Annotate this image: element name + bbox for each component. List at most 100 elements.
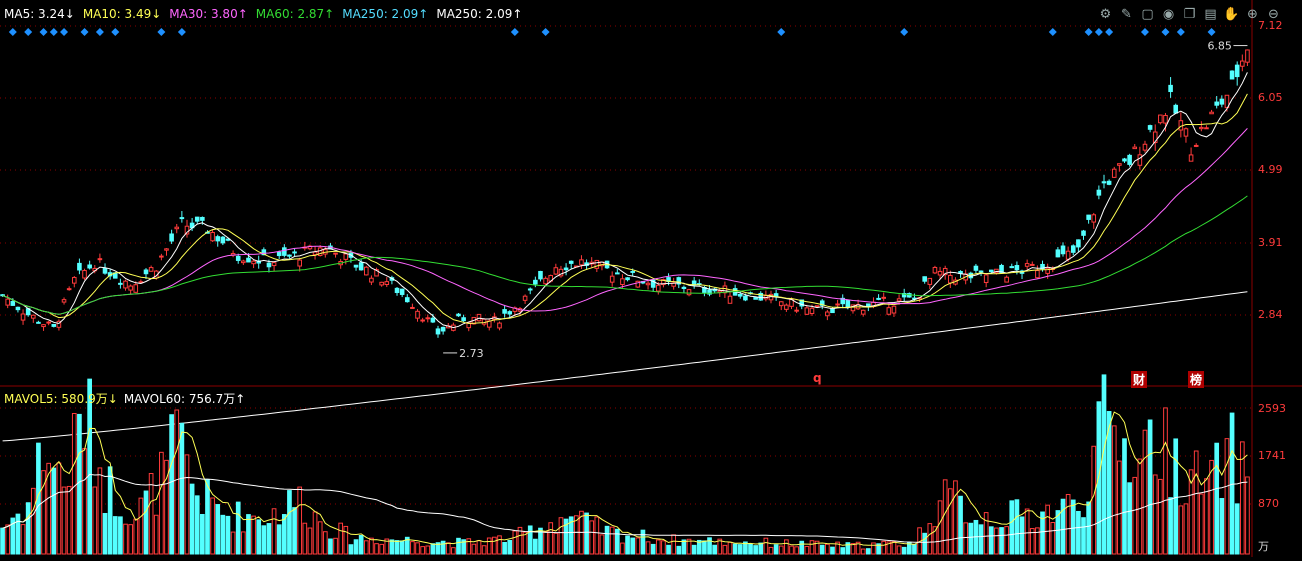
candle-body xyxy=(1132,146,1138,150)
volume-bar xyxy=(804,545,810,555)
candle-body xyxy=(522,295,528,301)
candle-body xyxy=(1240,60,1245,67)
volume-bar xyxy=(133,518,139,555)
ma5-line xyxy=(2,72,1248,329)
volume-bar xyxy=(394,540,400,555)
ma60-legend: MA60: 2.87↑ xyxy=(255,7,335,21)
volume-bar xyxy=(92,486,98,555)
candle-body xyxy=(609,275,615,283)
volume-bar xyxy=(655,539,661,555)
volume-bar xyxy=(363,540,369,555)
candle-body xyxy=(1096,189,1102,196)
eye-icon[interactable]: ◉ xyxy=(1159,6,1178,24)
ma30-line xyxy=(2,128,1248,315)
volume-bar xyxy=(635,537,641,555)
archive-icon[interactable]: ▤ xyxy=(1201,6,1220,24)
chart-canvas[interactable]: 6.85 2.73 xyxy=(0,0,1302,557)
volume-bar xyxy=(112,516,118,555)
mavol60-legend: MAVOL60: 756.7万↑ xyxy=(123,392,246,406)
candle-body xyxy=(1060,245,1066,255)
volume-bar xyxy=(983,512,989,555)
candle-body xyxy=(835,303,840,306)
event-diamond xyxy=(95,28,104,36)
volume-bar xyxy=(66,485,72,555)
volume-tick-1: 2593 xyxy=(1258,402,1286,415)
candle-body xyxy=(287,254,292,257)
event-diamond xyxy=(1094,28,1103,36)
volume-bar xyxy=(1137,458,1143,555)
volume-bar xyxy=(927,523,933,555)
volume-bar xyxy=(712,544,717,555)
candle-body xyxy=(538,270,543,280)
candle-body xyxy=(82,270,87,279)
box-icon[interactable]: ▢ xyxy=(1138,6,1157,24)
candle-body xyxy=(579,259,584,266)
volume-bar xyxy=(399,540,405,555)
candle-body xyxy=(36,321,41,324)
candle-body xyxy=(1091,214,1097,223)
candle-body xyxy=(292,251,297,254)
candle-body xyxy=(461,317,466,322)
volume-bar xyxy=(1127,482,1132,555)
candle-body xyxy=(1214,101,1219,106)
candle-body xyxy=(620,278,625,285)
volume-tick-2: 1741 xyxy=(1258,449,1286,462)
event-diamond xyxy=(80,28,89,36)
volume-bar xyxy=(246,514,251,555)
volume-bar xyxy=(968,522,974,555)
volume-bar xyxy=(1224,438,1230,555)
stock-chart[interactable]: 6.85 2.73 MA5: 3.24↓ MA10: 3.49↓ MA30: 3.80… xyxy=(0,0,1302,557)
volume-bar xyxy=(609,526,615,555)
candle-body xyxy=(481,318,487,325)
volume-bar xyxy=(614,528,620,555)
volume-bar xyxy=(1081,517,1086,555)
candle-body xyxy=(615,272,620,275)
volume-bar xyxy=(215,504,221,555)
candle-body xyxy=(978,270,984,273)
candle-body xyxy=(133,284,139,293)
volume-bar xyxy=(1178,505,1184,555)
ma10-legend: MA10: 3.49↓ xyxy=(82,7,162,21)
volume-bar xyxy=(727,541,733,555)
candle-body xyxy=(410,306,415,309)
volume-bar xyxy=(184,454,190,555)
volume-bar xyxy=(947,488,953,555)
candle-body xyxy=(435,328,441,335)
volume-bar xyxy=(625,535,630,555)
event-diamond xyxy=(177,28,186,36)
volume-bar xyxy=(620,542,625,555)
brush-icon[interactable]: ✎ xyxy=(1117,6,1136,24)
candle-body xyxy=(369,277,374,283)
volume-bar xyxy=(471,543,477,555)
event-marker-cai[interactable]: 财 xyxy=(1131,371,1148,388)
candle-body xyxy=(282,247,287,256)
copy-icon[interactable]: ❐ xyxy=(1180,6,1199,24)
candle-body xyxy=(625,277,630,281)
volume-bar xyxy=(860,548,866,555)
hand-icon[interactable]: ✋ xyxy=(1222,6,1241,24)
volume-bar xyxy=(297,486,303,555)
volume-bar xyxy=(789,545,794,555)
volume-bar xyxy=(599,534,605,555)
volume-bar xyxy=(138,497,144,555)
volume-bar xyxy=(763,537,769,555)
volume-bar xyxy=(71,412,77,555)
candle-body xyxy=(656,284,661,292)
event-marker-bang[interactable]: 榜 xyxy=(1188,371,1205,388)
settings-icon[interactable]: ⚙ xyxy=(1096,6,1115,24)
event-diamond xyxy=(60,28,69,36)
volume-bar xyxy=(61,486,67,555)
candle-body xyxy=(102,268,108,274)
candle-body xyxy=(420,319,425,322)
event-marker-q[interactable]: q xyxy=(811,371,824,385)
candle-body xyxy=(527,288,533,291)
ma60-line xyxy=(2,195,1248,315)
volume-bar xyxy=(819,544,825,555)
candle-body xyxy=(123,280,128,289)
candle-body xyxy=(194,216,200,222)
candle-body xyxy=(497,322,502,329)
volume-bar xyxy=(937,500,943,555)
volume-bar xyxy=(153,514,159,555)
volume-bar xyxy=(1163,407,1168,555)
volume-bar xyxy=(420,546,425,555)
